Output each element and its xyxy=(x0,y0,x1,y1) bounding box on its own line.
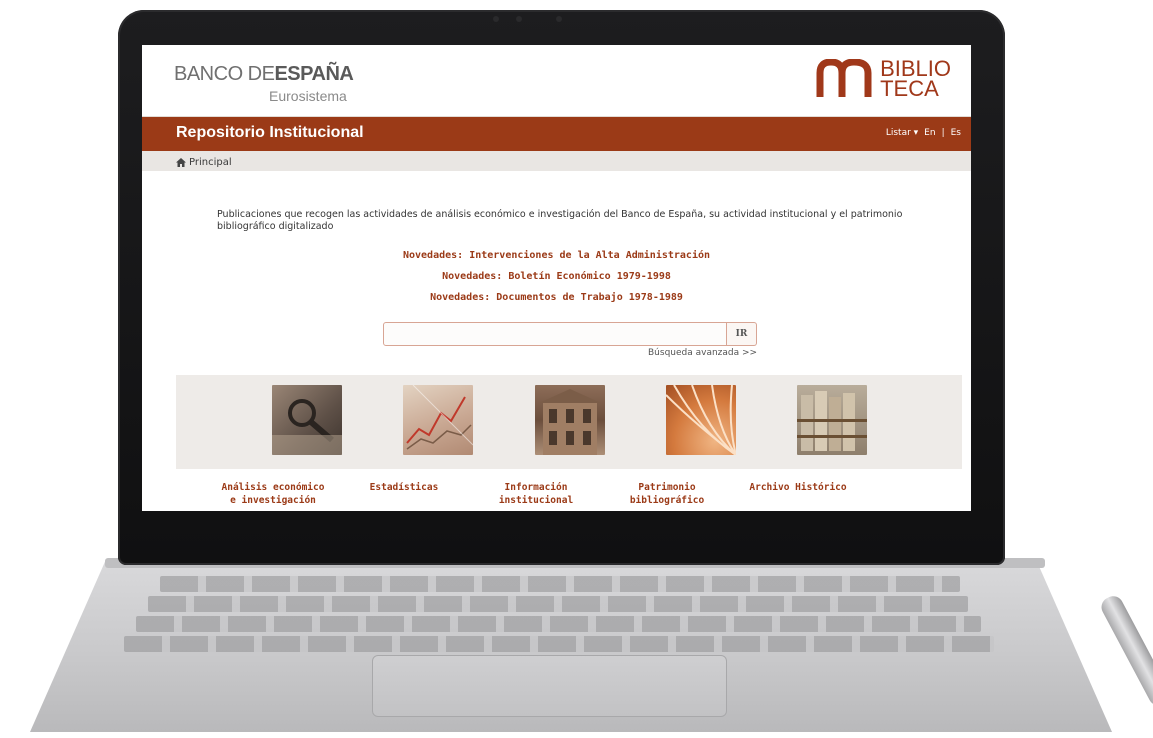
building-photo-icon[interactable] xyxy=(535,385,605,455)
category-label: Estadísticas xyxy=(369,482,439,493)
news-link[interactable]: Novedades: Boletín Económico 1979-1998 xyxy=(142,271,971,282)
logo-title: BANCO DEESPAÑA xyxy=(174,63,354,86)
logo-subtitle: Eurosistema xyxy=(269,88,347,104)
category-label: Archivo Histórico xyxy=(749,482,847,493)
biblioteca-text: BIBLIO TECA xyxy=(880,58,951,101)
intro-text: Publicaciones que recogen las actividade… xyxy=(217,209,903,232)
search-bar: IR xyxy=(383,322,757,346)
category-label: e investigación xyxy=(230,495,316,506)
listar-dropdown[interactable]: Listar ▾ xyxy=(886,128,918,138)
search-button[interactable]: IR xyxy=(727,322,757,346)
category-label: Análisis económico xyxy=(221,482,325,493)
news-link[interactable]: Novedades: Documentos de Trabajo 1978-19… xyxy=(142,292,971,303)
biblioteca-mark-icon xyxy=(816,59,874,99)
biblioteca-line2: TECA xyxy=(880,76,939,101)
site-header: BANCO DEESPAÑA Eurosistema BIBLIO TECA xyxy=(142,45,971,117)
logo-title-part2: ESPAÑA xyxy=(274,63,354,85)
navbar: Repositorio Institucional Listar ▾ En | … xyxy=(142,117,971,151)
keyboard-row xyxy=(124,636,994,652)
banco-de-espana-logo[interactable]: BANCO DEESPAÑA Eurosistema xyxy=(174,63,354,104)
category-informacion-link[interactable]: Información institucional xyxy=(471,481,601,507)
search-input[interactable] xyxy=(383,322,727,346)
logo-title-part1: BANCO DE xyxy=(174,63,275,85)
archive-photo-icon[interactable] xyxy=(797,385,867,455)
biblioteca-logo[interactable]: BIBLIO TECA xyxy=(816,58,951,101)
trackpad xyxy=(372,655,727,717)
keyboard-row xyxy=(136,616,981,632)
category-patrimonio-link[interactable]: Patrimonio bibliográfico xyxy=(602,481,732,507)
breadcrumb-home-link[interactable]: Principal xyxy=(189,157,232,168)
navbar-title[interactable]: Repositorio Institucional xyxy=(176,124,364,142)
device-photo: BANCO DEESPAÑA Eurosistema BIBLIO TECA R… xyxy=(0,0,1153,738)
magnifier-photo-icon[interactable] xyxy=(272,385,342,455)
home-icon[interactable] xyxy=(176,158,186,167)
lang-en-link[interactable]: En xyxy=(924,128,935,138)
news-link[interactable]: Novedades: Intervenciones de la Alta Adm… xyxy=(142,250,971,261)
camera-icon xyxy=(493,16,499,22)
breadcrumb: Principal xyxy=(142,151,971,171)
advanced-search-link[interactable]: Búsqueda avanzada >> xyxy=(648,348,757,358)
stylus-pen xyxy=(1098,592,1153,709)
category-estadisticas-link[interactable]: Estadísticas xyxy=(339,481,469,494)
screen: BANCO DEESPAÑA Eurosistema BIBLIO TECA R… xyxy=(142,45,971,511)
category-label: bibliográfico xyxy=(629,495,705,506)
lang-es-link[interactable]: Es xyxy=(951,128,961,138)
keyboard-row xyxy=(160,576,960,592)
category-analisis-link[interactable]: Análisis económico e investigación xyxy=(208,481,338,507)
camera-icon xyxy=(516,16,522,22)
book-photo-icon[interactable] xyxy=(666,385,736,455)
category-label: institucional xyxy=(498,495,574,506)
category-archivo-link[interactable]: Archivo Histórico xyxy=(733,481,863,494)
camera-icon xyxy=(556,16,562,22)
navbar-right: Listar ▾ En | Es xyxy=(886,128,961,138)
category-label: Información xyxy=(504,482,568,493)
keyboard-row xyxy=(148,596,968,612)
chart-photo-icon[interactable] xyxy=(403,385,473,455)
category-gallery xyxy=(176,375,962,469)
lang-separator: | xyxy=(941,128,945,138)
category-label: Patrimonio xyxy=(638,482,696,493)
